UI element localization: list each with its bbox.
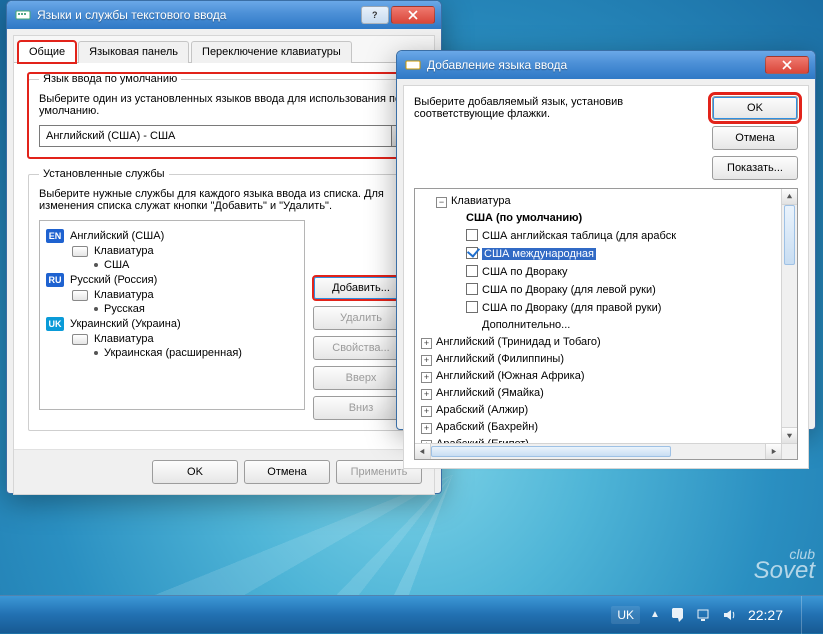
close-button[interactable]	[765, 56, 809, 74]
checkbox[interactable]	[466, 265, 478, 277]
scrollbar-corner	[781, 443, 797, 459]
layout-checkbox-item[interactable]: США английская таблица (для арабск	[421, 227, 779, 245]
keyboard-icon	[72, 334, 88, 345]
dialog-buttons: OK Отмена Применить	[14, 449, 434, 494]
tray-clock[interactable]: 22:27	[748, 607, 783, 623]
expand-icon[interactable]: +	[421, 389, 432, 400]
tabstrip: Общие Языковая панель Переключение клави…	[14, 36, 434, 63]
keyboard-icon	[15, 7, 31, 23]
keyboard-node[interactable]: Клавиатура	[72, 245, 298, 257]
tree-node[interactable]: +Арабский (Египет)	[421, 436, 779, 443]
properties-button[interactable]: Свойства...	[313, 336, 409, 360]
ok-button[interactable]: OK	[152, 460, 238, 484]
close-button[interactable]	[391, 6, 435, 24]
layout-checkbox-item[interactable]: США по Двораку	[421, 263, 779, 281]
show-desktop-button[interactable]	[801, 596, 811, 634]
remove-button[interactable]: Удалить	[313, 306, 409, 330]
expand-icon[interactable]: +	[421, 406, 432, 417]
text-services-window: Языки и службы текстового ввода ? Общие …	[6, 0, 442, 494]
tree-node[interactable]: +Английский (Филиппины)	[421, 351, 779, 368]
default-language-group: Язык ввода по умолчанию Выберите один из…	[28, 73, 420, 158]
action-center-icon[interactable]	[670, 607, 686, 623]
collapse-icon[interactable]: −	[436, 197, 447, 208]
tab-general[interactable]: Общие	[18, 41, 76, 63]
layout-checkbox-item[interactable]: США по Двораку (для правой руки)	[421, 299, 779, 317]
move-down-button[interactable]: Вниз	[313, 396, 409, 420]
default-language-value[interactable]	[39, 125, 391, 147]
more-link[interactable]: Дополнительно...	[421, 317, 779, 334]
svg-text:?: ?	[372, 10, 378, 20]
group-desc: Выберите один из установленных языков вв…	[39, 93, 409, 117]
keyboard-node[interactable]: Клавиатура	[72, 289, 298, 301]
tree-node[interactable]: +Арабский (Алжир)	[421, 402, 779, 419]
expand-icon[interactable]: +	[421, 338, 432, 349]
group-legend: Установленные службы	[39, 168, 169, 180]
ok-button[interactable]: OK	[712, 96, 798, 120]
tab-switch[interactable]: Переключение клавиатуры	[191, 41, 352, 63]
scroll-left-button[interactable]	[415, 444, 431, 459]
keyboard-icon	[72, 290, 88, 301]
checkbox[interactable]	[466, 229, 478, 241]
scroll-up-button[interactable]	[782, 189, 797, 205]
scroll-thumb[interactable]	[784, 205, 795, 265]
add-input-language-window: Добавление языка ввода Выберите добавляе…	[396, 50, 816, 430]
expand-icon[interactable]: +	[421, 423, 432, 434]
expand-icon[interactable]: +	[421, 372, 432, 383]
taskbar[interactable]: UK ▲ 22:27	[0, 595, 823, 633]
tree-node[interactable]: −Клавиатура	[421, 193, 779, 210]
tree-node[interactable]: +Арабский (Бахрейн)	[421, 419, 779, 436]
titlebar[interactable]: Добавление языка ввода	[397, 51, 815, 79]
group-legend: Язык ввода по умолчанию	[39, 73, 181, 85]
language-badge: RU	[46, 273, 64, 287]
vertical-scrollbar[interactable]	[781, 189, 797, 443]
installed-services-list[interactable]: ENАнглийский (США) Клавиатура США RUРусский…	[39, 220, 305, 410]
show-button[interactable]: Показать...	[712, 156, 798, 180]
instruction-text: Выберите добавляемый язык, установив соо…	[414, 96, 702, 180]
expand-icon[interactable]: +	[421, 355, 432, 366]
checkbox[interactable]	[466, 283, 478, 295]
layout-item[interactable]: Украинская (расширенная)	[94, 347, 298, 359]
checkbox[interactable]	[466, 301, 478, 313]
help-button[interactable]: ?	[361, 6, 389, 24]
titlebar[interactable]: Языки и службы текстового ввода ?	[7, 1, 441, 29]
tray-overflow-icon[interactable]: ▲	[650, 609, 660, 620]
window-title: Языки и службы текстового ввода	[37, 8, 361, 22]
scroll-right-button[interactable]	[765, 444, 781, 459]
tab-language-bar[interactable]: Языковая панель	[78, 41, 189, 63]
add-button[interactable]: Добавить...	[313, 276, 409, 300]
move-up-button[interactable]: Вверх	[313, 366, 409, 390]
language-tree[interactable]: −КлавиатураСША (по умолчанию)США английс…	[414, 188, 798, 460]
checkbox[interactable]	[466, 247, 478, 259]
layout-checkbox-item[interactable]: США по Двораку (для левой руки)	[421, 281, 779, 299]
keyboard-icon	[405, 57, 421, 73]
language-item[interactable]: UKУкраинский (Украина)	[46, 317, 298, 331]
cancel-button[interactable]: Отмена	[712, 126, 798, 150]
layout-item[interactable]: Русская	[94, 303, 298, 315]
language-badge: UK	[46, 317, 64, 331]
window-title: Добавление языка ввода	[427, 58, 765, 72]
default-language-combo[interactable]	[39, 125, 409, 147]
tree-node[interactable]: США (по умолчанию)	[421, 210, 779, 227]
tree-node[interactable]: +Английский (Ямайка)	[421, 385, 779, 402]
cancel-button[interactable]: Отмена	[244, 460, 330, 484]
scroll-thumb[interactable]	[431, 446, 671, 457]
language-badge: EN	[46, 229, 64, 243]
installed-services-group: Установленные службы Выберите нужные слу…	[28, 168, 420, 431]
tree-node[interactable]: +Английский (Тринидад и Тобаго)	[421, 334, 779, 351]
horizontal-scrollbar[interactable]	[415, 443, 781, 459]
language-item[interactable]: ENАнглийский (США)	[46, 229, 298, 243]
language-item[interactable]: RUРусский (Россия)	[46, 273, 298, 287]
group-desc: Выберите нужные службы для каждого языка…	[39, 188, 409, 212]
layout-item[interactable]: США	[94, 259, 298, 271]
system-tray: UK ▲ 22:27	[611, 596, 823, 634]
tree-node[interactable]: +Английский (Южная Африка)	[421, 368, 779, 385]
keyboard-node[interactable]: Клавиатура	[72, 333, 298, 345]
scroll-down-button[interactable]	[782, 427, 797, 443]
tray-language-indicator[interactable]: UK	[611, 606, 640, 624]
layout-checkbox-item[interactable]: США международная	[421, 245, 779, 263]
keyboard-icon	[72, 246, 88, 257]
volume-icon[interactable]	[722, 607, 738, 623]
network-icon[interactable]	[696, 607, 712, 623]
